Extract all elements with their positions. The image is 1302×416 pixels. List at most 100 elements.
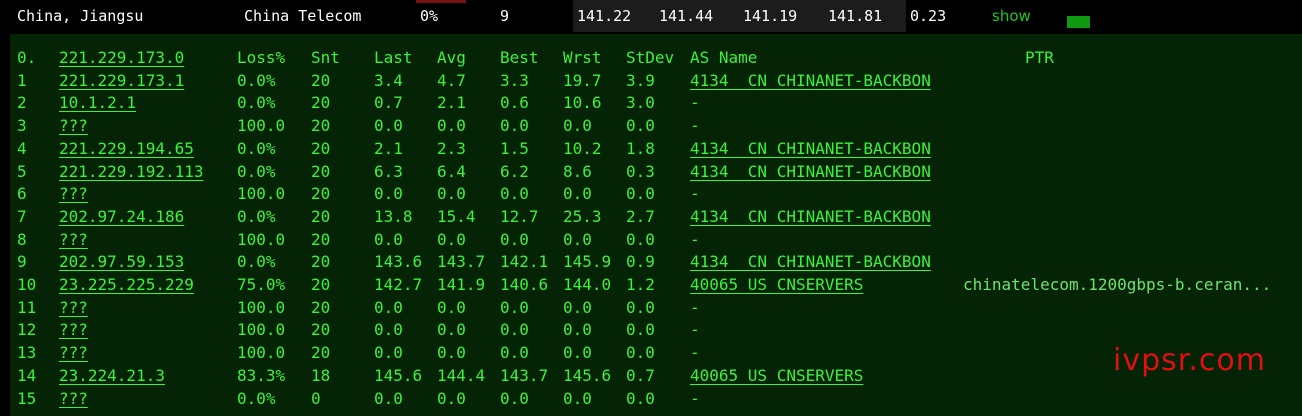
hop-snt: 18: [311, 365, 331, 385]
hop-last: 2.1: [374, 138, 403, 158]
hop-snt: 20: [311, 206, 331, 226]
hop-snt: 20: [311, 275, 331, 294]
hop-last: 0.0: [374, 297, 403, 317]
hop-last: 0.0: [374, 320, 403, 340]
hop-loss: 0.0%: [237, 161, 276, 181]
hop-hop: 3: [17, 116, 27, 136]
hop-wrst: 0.0: [563, 184, 592, 204]
hop-host[interactable]: 202.97.24.186: [59, 206, 184, 228]
hop-hop: 5: [17, 161, 27, 181]
hop-host[interactable]: ???: [59, 319, 88, 341]
hop-as-name: -: [690, 343, 700, 363]
hop-host[interactable]: ???: [59, 115, 88, 137]
hop-best: 0.0: [500, 184, 529, 204]
hop-loss: 0.0%: [237, 252, 276, 272]
hop-host[interactable]: 221.229.194.65: [59, 138, 194, 160]
header-best: Best: [500, 48, 539, 67]
hop-best: 0.0: [500, 229, 529, 249]
hop-host[interactable]: ???: [59, 183, 88, 205]
hop-avg: 15.4: [437, 206, 476, 226]
hop-hop: 15: [17, 388, 37, 408]
hop-host[interactable]: 10.1.2.1: [59, 92, 136, 114]
hop-wrst: 19.7: [563, 70, 602, 90]
hop-hop: 6: [17, 184, 27, 204]
hop-stdev: 0.0: [626, 320, 655, 340]
hop-hop: 10: [17, 275, 37, 294]
hop-host[interactable]: 23.225.225.229: [59, 274, 194, 296]
hop-best: 142.1: [500, 252, 549, 272]
hop-snt: 20: [311, 184, 331, 204]
hop-loss: 0.0%: [237, 388, 276, 408]
hop-wrst: 145.6: [563, 365, 612, 385]
hop-avg: 0.0: [437, 184, 466, 204]
hop-best: 143.7: [500, 365, 549, 385]
hop-last: 0.0: [374, 229, 403, 249]
hop-host[interactable]: 221.229.192.113: [59, 161, 204, 183]
hop-wrst: 0.0: [563, 320, 592, 340]
hop-host[interactable]: 23.224.21.3: [59, 365, 165, 387]
hop-loss: 0.0%: [237, 93, 276, 113]
hop-as-name: -: [690, 388, 700, 408]
hop-host[interactable]: 202.97.59.153: [59, 251, 184, 273]
hop-best: 1.5: [500, 138, 529, 158]
hop-stdev: 2.7: [626, 206, 655, 226]
hop-ptr: chinatelecom.1200gbps-b.ceran...: [963, 275, 1272, 294]
hop-avg: 141.9: [437, 275, 486, 294]
hop-as-name: -: [690, 320, 700, 340]
hop-wrst: 25.3: [563, 206, 602, 226]
hop-snt: 20: [311, 297, 331, 317]
hop-loss: 83.3%: [237, 365, 286, 385]
hop-last: 0.7: [374, 93, 403, 113]
header-last: Last: [374, 48, 413, 67]
hop-stdev: 0.0: [626, 297, 655, 317]
hop-last: 143.6: [374, 252, 423, 272]
hop-avg: 143.7: [437, 252, 486, 272]
hop-as-name[interactable]: 4134 CN CHINANET-BACKBON: [690, 206, 931, 228]
hop-avg: 6.4: [437, 161, 466, 181]
hop-host[interactable]: ???: [59, 297, 88, 319]
hop-as-name[interactable]: 40065 US CNSERVERS: [690, 274, 863, 296]
hop-as-name[interactable]: 4134 CN CHINANET-BACKBON: [690, 161, 931, 183]
hop-best: 140.6: [500, 275, 549, 294]
hop-last: 0.0: [374, 388, 403, 408]
hop-best: 0.0: [500, 116, 529, 136]
hop-loss: 75.0%: [237, 275, 286, 294]
hop-hop: 7: [17, 206, 27, 226]
hop-host[interactable]: 221.229.173.1: [59, 70, 184, 92]
hop-host[interactable]: ???: [59, 229, 88, 251]
hop-as-name: -: [690, 184, 700, 204]
header-loss: Loss%: [237, 48, 286, 67]
hop-as-name[interactable]: 4134 CN CHINANET-BACKBON: [690, 70, 931, 92]
hop-loss: 0.0%: [237, 206, 276, 226]
hop-loss: 100.0: [237, 320, 286, 340]
hop-wrst: 0.0: [563, 388, 592, 408]
hop-best: 0.0: [500, 297, 529, 317]
hop-last: 13.8: [374, 206, 413, 226]
hop-loss: 100.0: [237, 229, 286, 249]
hop-host[interactable]: ???: [59, 342, 88, 364]
hop-wrst: 144.0: [563, 275, 612, 294]
hop-wrst: 0.0: [563, 343, 592, 363]
hop-snt: 20: [311, 229, 331, 249]
hop-host[interactable]: ???: [59, 388, 88, 410]
hop-hop: 8: [17, 229, 27, 249]
hop-as-name[interactable]: 4134 CN CHINANET-BACKBON: [690, 138, 931, 160]
hop-hop: 14: [17, 365, 37, 385]
hop-wrst: 10.6: [563, 93, 602, 113]
hop-as-name[interactable]: 40065 US CNSERVERS: [690, 365, 863, 387]
hop-stdev: 0.9: [626, 252, 655, 272]
hop-best: 0.0: [500, 320, 529, 340]
hop-loss: 100.0: [237, 184, 286, 204]
hop-as-name[interactable]: 4134 CN CHINANET-BACKBON: [690, 251, 931, 273]
hop-stdev: 0.0: [626, 116, 655, 136]
hop-snt: 20: [311, 70, 331, 90]
watermark-text: ivpsr.com: [1113, 343, 1266, 378]
hop-snt: 20: [311, 161, 331, 181]
hop-snt: 20: [311, 343, 331, 363]
hop-loss: 100.0: [237, 343, 286, 363]
hop-avg: 144.4: [437, 365, 486, 385]
header-wrst: Wrst: [563, 48, 602, 67]
hop-last: 0.0: [374, 116, 403, 136]
hop-stdev: 0.3: [626, 161, 655, 181]
hop-wrst: 8.6: [563, 161, 592, 181]
